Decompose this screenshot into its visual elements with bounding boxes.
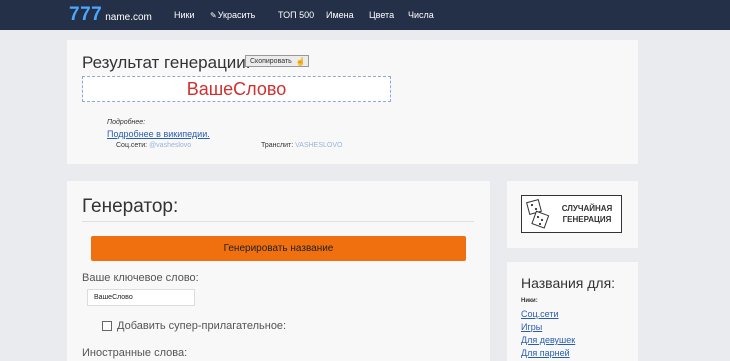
- site-logo[interactable]: 777 name.com: [69, 4, 152, 26]
- logo-name: name.com: [105, 12, 152, 23]
- sidebar-link-social[interactable]: Соц.сети: [521, 309, 559, 319]
- nav-item-label: Цвета: [369, 10, 395, 20]
- nav-item-colors[interactable]: Цвета: [369, 0, 394, 30]
- translit-info: Транслит: VASHESLOVO: [261, 142, 342, 149]
- result-output-box[interactable]: ВашеСлово: [82, 76, 391, 102]
- foreign-words-label: Иностранные слова:: [82, 347, 188, 359]
- super-adjective-label[interactable]: Добавить супер-прилагательное:: [117, 320, 286, 332]
- translit-value: VASHESLOVO: [295, 142, 343, 149]
- sidebar-link-boys[interactable]: Для парней: [521, 348, 570, 358]
- sidebar-link-games[interactable]: Игры: [521, 322, 542, 332]
- keyword-label: Ваше ключевое слово:: [82, 272, 199, 284]
- copy-button-label: Скопировать: [250, 57, 292, 65]
- nav-item-decorate[interactable]: ✎ Украсить: [210, 0, 255, 30]
- names-for-title: Названия для:: [521, 275, 616, 291]
- nav-item-top500[interactable]: ТОП 500: [278, 0, 314, 30]
- hand-pointer-icon: ☝: [295, 56, 306, 66]
- nav-item-nicks[interactable]: Ники: [174, 0, 195, 30]
- super-adjective-checkbox[interactable]: [102, 321, 112, 331]
- nav-item-label: ТОП 500: [278, 10, 315, 20]
- wikipedia-link[interactable]: Подробнее в википедии.: [107, 129, 210, 139]
- nav-item-label: Украсить: [217, 10, 256, 20]
- dice-icon: [522, 196, 554, 232]
- nav-item-names[interactable]: Имена: [326, 0, 354, 30]
- sidebar-link-girls[interactable]: Для девушек: [521, 335, 575, 345]
- translit-label: Транслит:: [261, 142, 294, 149]
- nav-item-label: Ники: [174, 10, 195, 20]
- top-nav-bar: 777 name.com Ники ✎ Украсить ТОП 500 Име…: [0, 0, 730, 30]
- nav-item-label: Числа: [408, 10, 434, 20]
- more-label: Подробнее:: [107, 119, 146, 126]
- copy-button[interactable]: Скопировать ☝: [245, 55, 309, 67]
- nicks-label: Ники:: [521, 298, 538, 304]
- nav-item-label: Имена: [326, 10, 354, 20]
- social-value: @vasheslovo: [149, 142, 192, 149]
- random-generation-button[interactable]: СЛУЧАЙНАЯ ГЕНЕРАЦИЯ: [521, 195, 622, 233]
- generate-button[interactable]: Генерировать название: [91, 236, 466, 261]
- magic-wand-icon: ✎: [210, 10, 217, 20]
- generator-title: Генератор:: [82, 196, 179, 217]
- result-title: Результат генерации:: [82, 53, 251, 72]
- nav-item-numbers[interactable]: Числа: [408, 0, 434, 30]
- random-line-1: СЛУЧАЙНАЯ: [561, 204, 613, 213]
- divider: [82, 221, 474, 222]
- random-generation-label: СЛУЧАЙНАЯ ГЕНЕРАЦИЯ: [554, 203, 620, 225]
- random-line-2: ГЕНЕРАЦИЯ: [562, 215, 612, 224]
- logo-number: 777: [69, 4, 103, 25]
- generated-word: ВашеСлово: [186, 78, 287, 99]
- social-label: Соц.сети:: [116, 142, 148, 149]
- social-info: Соц.сети: @vasheslovo: [116, 142, 191, 149]
- keyword-input[interactable]: ВашеСлово: [87, 289, 195, 306]
